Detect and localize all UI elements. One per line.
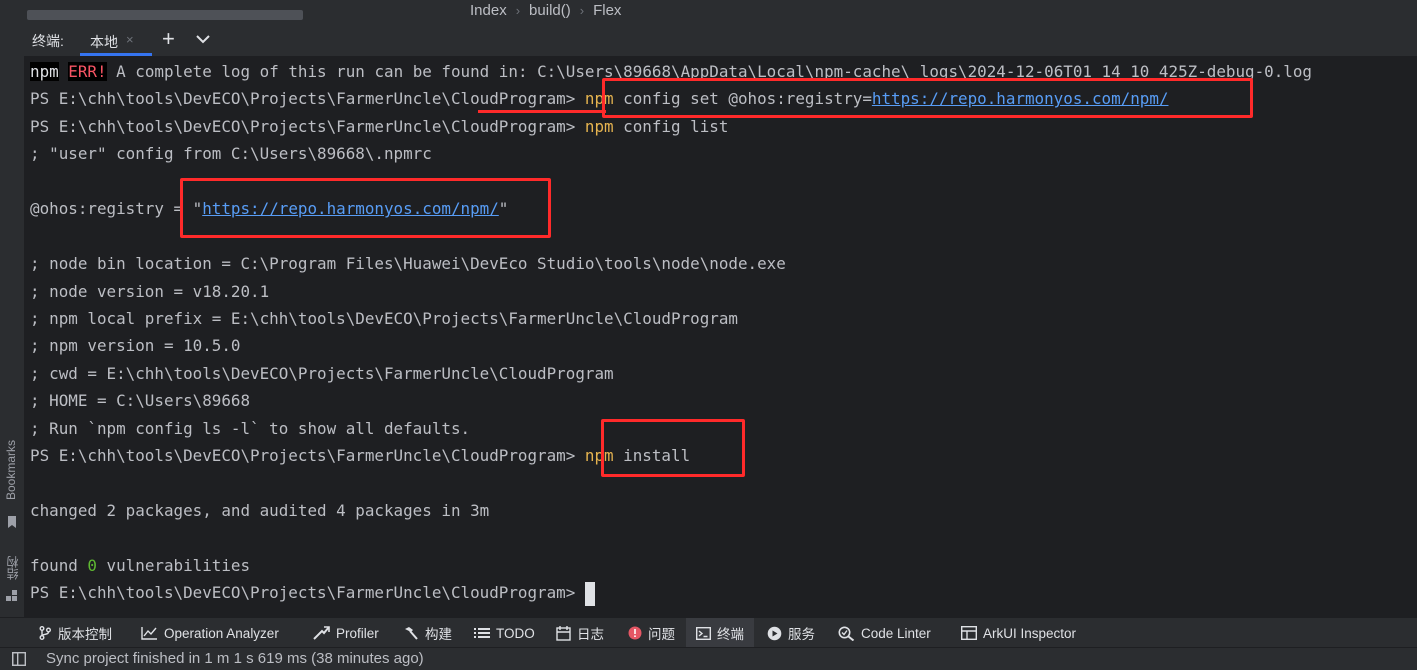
terminal-line: ; npm local prefix = E:\chh\tools\DevECO… (30, 305, 1312, 332)
terminal-command: npm (584, 116, 614, 136)
annotation-underline-cloudprogram (478, 110, 606, 113)
tool-todo-label: TODO (496, 625, 535, 641)
terminal-text: @ohos:registry = " (30, 199, 203, 219)
chevron-right-icon: › (515, 2, 521, 18)
terminal-line: ; HOME = C:\Users\89668 (30, 387, 1312, 414)
active-tab-indicator (80, 53, 152, 56)
tool-operation-analyzer[interactable]: Operation Analyzer (141, 618, 279, 648)
tool-vcs-label: 版本控制 (58, 627, 112, 642)
layout-icon[interactable] (12, 652, 26, 666)
tool-build-label: 构建 (425, 627, 452, 642)
tool-code-linter-label: Code Linter (861, 625, 931, 641)
tool-window-bar: 版本控制 Operation Analyzer Profiler 构建 TODO… (0, 617, 1417, 648)
terminal-text: PS E:\chh\tools\DevECO\Projects\FarmerUn… (30, 89, 585, 109)
terminal-line: ; "user" config from C:\Users\89668\.npm… (30, 140, 1312, 167)
terminal-output[interactable]: npm ERR! A complete log of this run can … (24, 57, 1417, 617)
breadcrumb-item-index[interactable]: Index (470, 2, 507, 19)
vulnerability-count: 0 (87, 555, 97, 575)
terminal-line: ; node version = v18.20.1 (30, 278, 1312, 305)
tab-local[interactable]: 本地 × (80, 25, 152, 56)
tool-services-label: 服务 (788, 627, 815, 642)
log-icon (556, 625, 571, 641)
left-tool-stripe: Bookmarks 结构 (0, 22, 25, 617)
tool-problems[interactable]: 问题 (628, 618, 675, 648)
close-icon[interactable]: × (126, 32, 134, 47)
terminal-line: changed 2 packages, and audited 4 packag… (30, 497, 1312, 524)
terminal-text: ; npm local prefix = E:\chh\tools\DevECO… (30, 308, 738, 328)
terminal-tab-header: 终端: 本地 × + (24, 22, 1417, 57)
tool-log-label: 日志 (577, 627, 604, 642)
breadcrumb-item-build[interactable]: build() (529, 2, 571, 19)
chart-icon (141, 627, 157, 640)
tool-operation-analyzer-label: Operation Analyzer (164, 625, 279, 641)
status-message: Sync project finished in 1 m 1 s 619 ms … (46, 650, 424, 667)
annotation-box-registry-value (180, 178, 551, 238)
list-icon (474, 628, 490, 638)
terminal-text: ; Run `npm config ls -l` to show all def… (30, 418, 471, 438)
add-tab-icon[interactable]: + (162, 26, 175, 52)
breadcrumb: Index › build() › Flex (470, 0, 621, 20)
terminal-icon (696, 626, 711, 640)
tool-code-linter[interactable]: Code Linter (838, 618, 931, 648)
terminal-line: ; npm version = 10.5.0 (30, 332, 1312, 359)
terminal-text: vulnerabilities (96, 555, 251, 575)
chevron-right-icon: › (579, 2, 585, 18)
terminal-line: ; cwd = E:\chh\tools\DevECO\Projects\Far… (30, 360, 1312, 387)
tool-profiler-label: Profiler (336, 625, 379, 641)
terminal-cursor (584, 581, 595, 606)
terminal-text: PS E:\chh\tools\DevECO\Projects\FarmerUn… (30, 116, 585, 136)
terminal-text: found (30, 555, 88, 575)
annotation-box-npm-install (601, 419, 745, 477)
profiler-icon (313, 626, 330, 640)
terminal-text: ; node version = v18.20.1 (30, 281, 270, 301)
tool-log[interactable]: 日志 (556, 618, 604, 648)
breadcrumb-item-flex[interactable]: Flex (593, 2, 621, 19)
status-bar: Sync project finished in 1 m 1 s 619 ms … (0, 647, 1417, 670)
terminal-text: PS E:\chh\tools\DevECO\Projects\FarmerUn… (30, 446, 585, 466)
tool-vcs[interactable]: 版本控制 (38, 618, 112, 648)
terminal-text: ; "user" config from C:\Users\89668\.npm… (30, 144, 432, 164)
npm-tag: npm (30, 62, 59, 81)
error-tag: ERR! (68, 62, 107, 81)
terminal-text: config list (613, 116, 729, 136)
terminal-text: PS E:\chh\tools\DevECO\Projects\FarmerUn… (30, 583, 585, 603)
terminal-title: 终端: (32, 33, 64, 49)
tool-problems-label: 问题 (648, 627, 675, 642)
horizontal-scrollbar-thumb[interactable] (27, 10, 303, 20)
linter-icon (838, 626, 855, 641)
chevron-down-icon[interactable] (194, 30, 212, 48)
terminal-text: ; cwd = E:\chh\tools\DevECO\Projects\Far… (30, 363, 614, 383)
terminal-line: found 0 vulnerabilities (30, 552, 1312, 579)
structure-icon[interactable] (6, 590, 18, 602)
tool-services[interactable]: 服务 (767, 618, 815, 648)
terminal-text: changed 2 packages, and audited 4 packag… (30, 501, 490, 520)
inspector-icon (961, 626, 977, 640)
tab-local-label: 本地 (90, 34, 118, 50)
terminal-text: ; node bin location = C:\Program Files\H… (30, 254, 786, 274)
terminal-lines: npm ERR! A complete log of this run can … (30, 58, 1312, 607)
terminal-text: ; npm version = 10.5.0 (30, 336, 241, 356)
terminal-line: PS E:\chh\tools\DevECO\Projects\FarmerUn… (30, 579, 1312, 606)
hammer-icon (405, 627, 418, 640)
tool-build[interactable]: 构建 (403, 618, 452, 648)
tool-arkui-inspector-label: ArkUI Inspector (983, 625, 1077, 641)
vcs-branch-icon (39, 626, 51, 640)
terminal-line: ; node bin location = C:\Program Files\H… (30, 250, 1312, 277)
bookmarks-label[interactable]: Bookmarks (4, 440, 18, 500)
problems-icon (628, 626, 642, 640)
editor-breadcrumb-bar: Index › build() › Flex (0, 0, 1417, 22)
tool-todo[interactable]: TODO (474, 618, 535, 648)
tool-profiler[interactable]: Profiler (313, 618, 379, 648)
tool-terminal-label: 终端 (717, 627, 744, 642)
tool-arkui-inspector[interactable]: ArkUI Inspector (961, 618, 1076, 648)
structure-label[interactable]: 结构 (4, 556, 21, 580)
tool-terminal[interactable]: 终端 (686, 618, 754, 648)
annotation-box-set-registry (602, 78, 1253, 118)
services-icon (767, 626, 782, 640)
bookmark-icon[interactable] (6, 516, 18, 528)
terminal-text: ; HOME = C:\Users\89668 (30, 391, 251, 411)
